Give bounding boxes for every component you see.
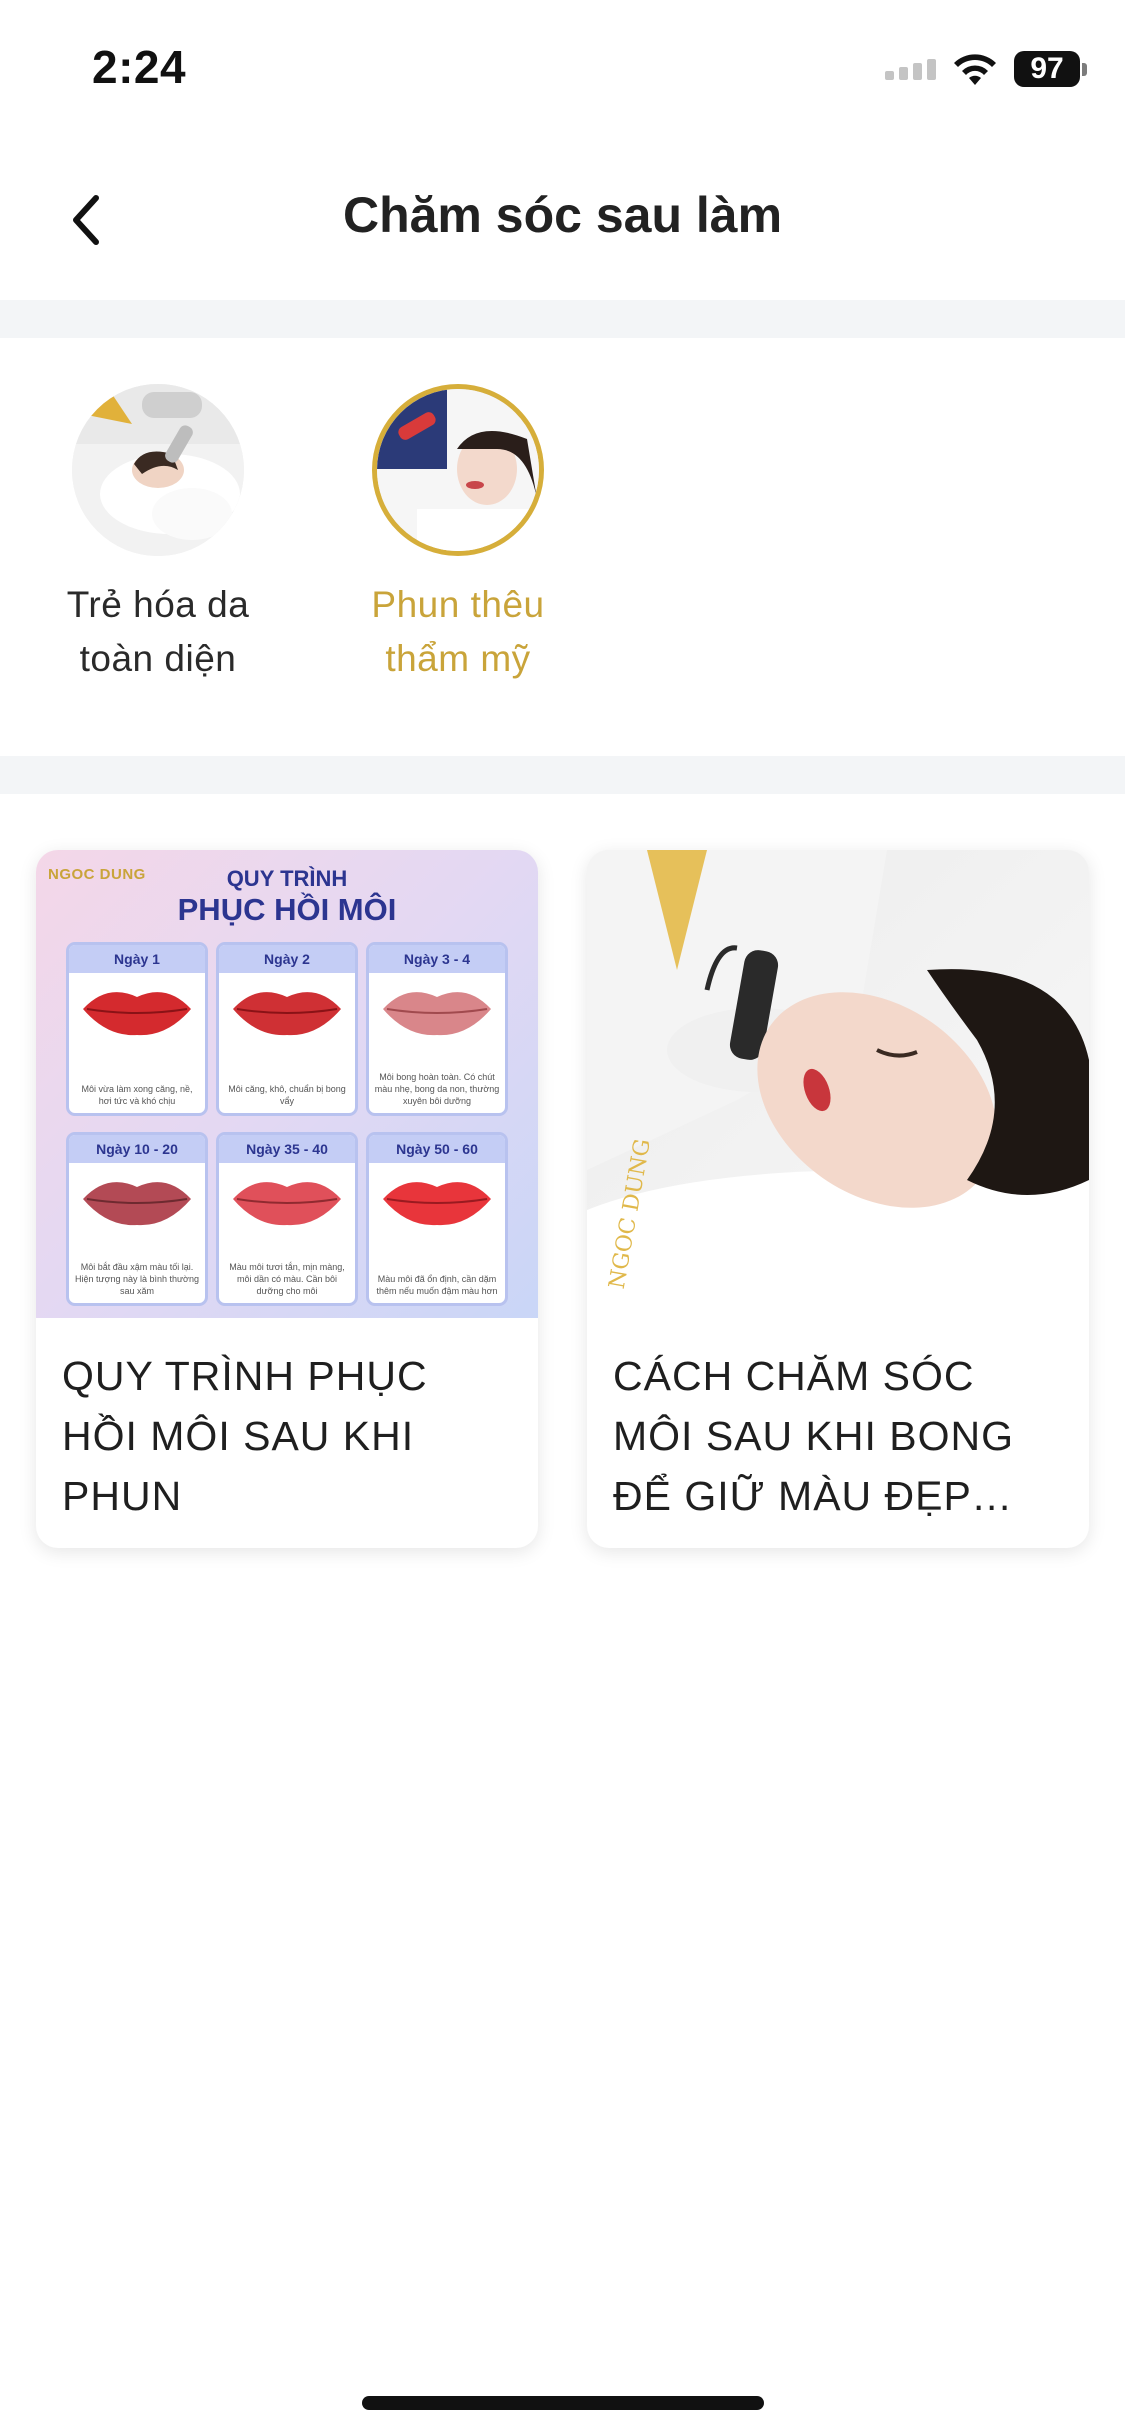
- divider: [0, 756, 1125, 794]
- signal-icon: [885, 58, 936, 80]
- lip-care-photo: NGOC DUNG: [587, 850, 1089, 1318]
- infographic-subheading: PHỤC HỒI MÔI: [177, 892, 397, 927]
- category-label: Phun thêu thẩm mỹ: [371, 584, 545, 679]
- stage-cell: Ngày 1 Môi vừa làm xong căng, nề, hơi tứ…: [66, 942, 208, 1116]
- stage-note: Màu môi đã ổn định, cần dặm thêm nếu muố…: [376, 1274, 498, 1296]
- stage-grid: Ngày 1 Môi vừa làm xong căng, nề, hơi tứ…: [66, 942, 508, 1306]
- lips-icon: [83, 992, 191, 1036]
- lip-recovery-infographic: NGOC DUNG QUY TRÌNH PHỤC HỒI MÔI Ngày 1 …: [36, 850, 538, 1318]
- stage-day: Ngày 3 - 4: [369, 945, 505, 973]
- article-image: NGOC DUNG QUY TRÌNH PHỤC HỒI MÔI Ngày 1 …: [36, 850, 538, 1318]
- category-thumbnail: [372, 384, 544, 556]
- stage-cell: Ngày 2 Môi căng, khô, chuẩn bị bong vẩy: [216, 942, 358, 1116]
- home-indicator[interactable]: [362, 2396, 764, 2410]
- stage-cell: Ngày 10 - 20 Môi bắt đầu xậm màu tối lại…: [66, 1132, 208, 1306]
- stage-cell: Ngày 50 - 60 Màu môi đã ổn định, cần dặm…: [366, 1132, 508, 1306]
- category-list: Trẻ hóa da toàn diện Phun thêu thẩm mỹ: [0, 338, 1125, 756]
- stage-day: Ngày 10 - 20: [69, 1135, 205, 1163]
- stage-note: Môi vừa làm xong căng, nề, hơi tức và kh…: [81, 1084, 193, 1106]
- stage-note: Môi bắt đầu xậm màu tối lại. Hiện tượng …: [75, 1262, 199, 1296]
- article-title: QUY TRÌNH PHỤC HỒI MÔI SAU KHI PHUN: [62, 1353, 428, 1519]
- wifi-icon: [954, 54, 996, 85]
- stage-cell: Ngày 3 - 4 Môi bong hoàn toàn. Có chút m…: [366, 942, 508, 1116]
- lips-icon: [233, 992, 341, 1036]
- category-label: Trẻ hóa da toàn diện: [66, 584, 250, 679]
- article-image: NGOC DUNG: [587, 850, 1089, 1318]
- lips-icon: [83, 1182, 191, 1226]
- stage-cell: Ngày 35 - 40 Màu môi tươi tắn, mịn màng,…: [216, 1132, 358, 1306]
- article-card[interactable]: NGOC DUNG CÁCH CHĂM SÓC MÔI SAU KHI BONG…: [587, 850, 1089, 1548]
- category-item-tre-hoa-da[interactable]: Trẻ hóa da toàn diện: [33, 384, 283, 686]
- stage-day: Ngày 35 - 40: [219, 1135, 355, 1163]
- article-card[interactable]: NGOC DUNG QUY TRÌNH PHỤC HỒI MÔI Ngày 1 …: [36, 850, 538, 1548]
- status-bar: 2:24 97: [0, 0, 1125, 140]
- divider: [0, 300, 1125, 338]
- page-title: Chăm sóc sau làm: [342, 187, 783, 243]
- lips-icon: [233, 1182, 341, 1226]
- category-thumbnail: [72, 384, 244, 556]
- stage-note: Màu môi tươi tắn, mịn màng, môi dần có m…: [229, 1262, 345, 1296]
- article-title: CÁCH CHĂM SÓC MÔI SAU KHI BONG ĐỂ GIỮ MÀ…: [613, 1353, 1014, 1519]
- stage-day: Ngày 1: [69, 945, 205, 973]
- category-item-phun-theu[interactable]: Phun thêu thẩm mỹ: [333, 384, 583, 686]
- stage-day: Ngày 2: [219, 945, 355, 973]
- stage-note: Môi bong hoàn toàn. Có chút màu nhẹ, bon…: [374, 1072, 500, 1106]
- status-time: 2:24: [92, 41, 187, 93]
- battery-level: 97: [1014, 51, 1080, 87]
- header: Chăm sóc sau làm: [0, 140, 1125, 300]
- status-icons: 97: [885, 48, 1087, 90]
- battery-icon: 97: [1014, 51, 1087, 87]
- stage-note: Môi căng, khô, chuẩn bị bong vẩy: [228, 1084, 346, 1106]
- lips-icon: [383, 1182, 491, 1226]
- infographic-heading: QUY TRÌNH: [226, 866, 348, 891]
- stage-day: Ngày 50 - 60: [369, 1135, 505, 1163]
- lips-icon: [383, 992, 491, 1036]
